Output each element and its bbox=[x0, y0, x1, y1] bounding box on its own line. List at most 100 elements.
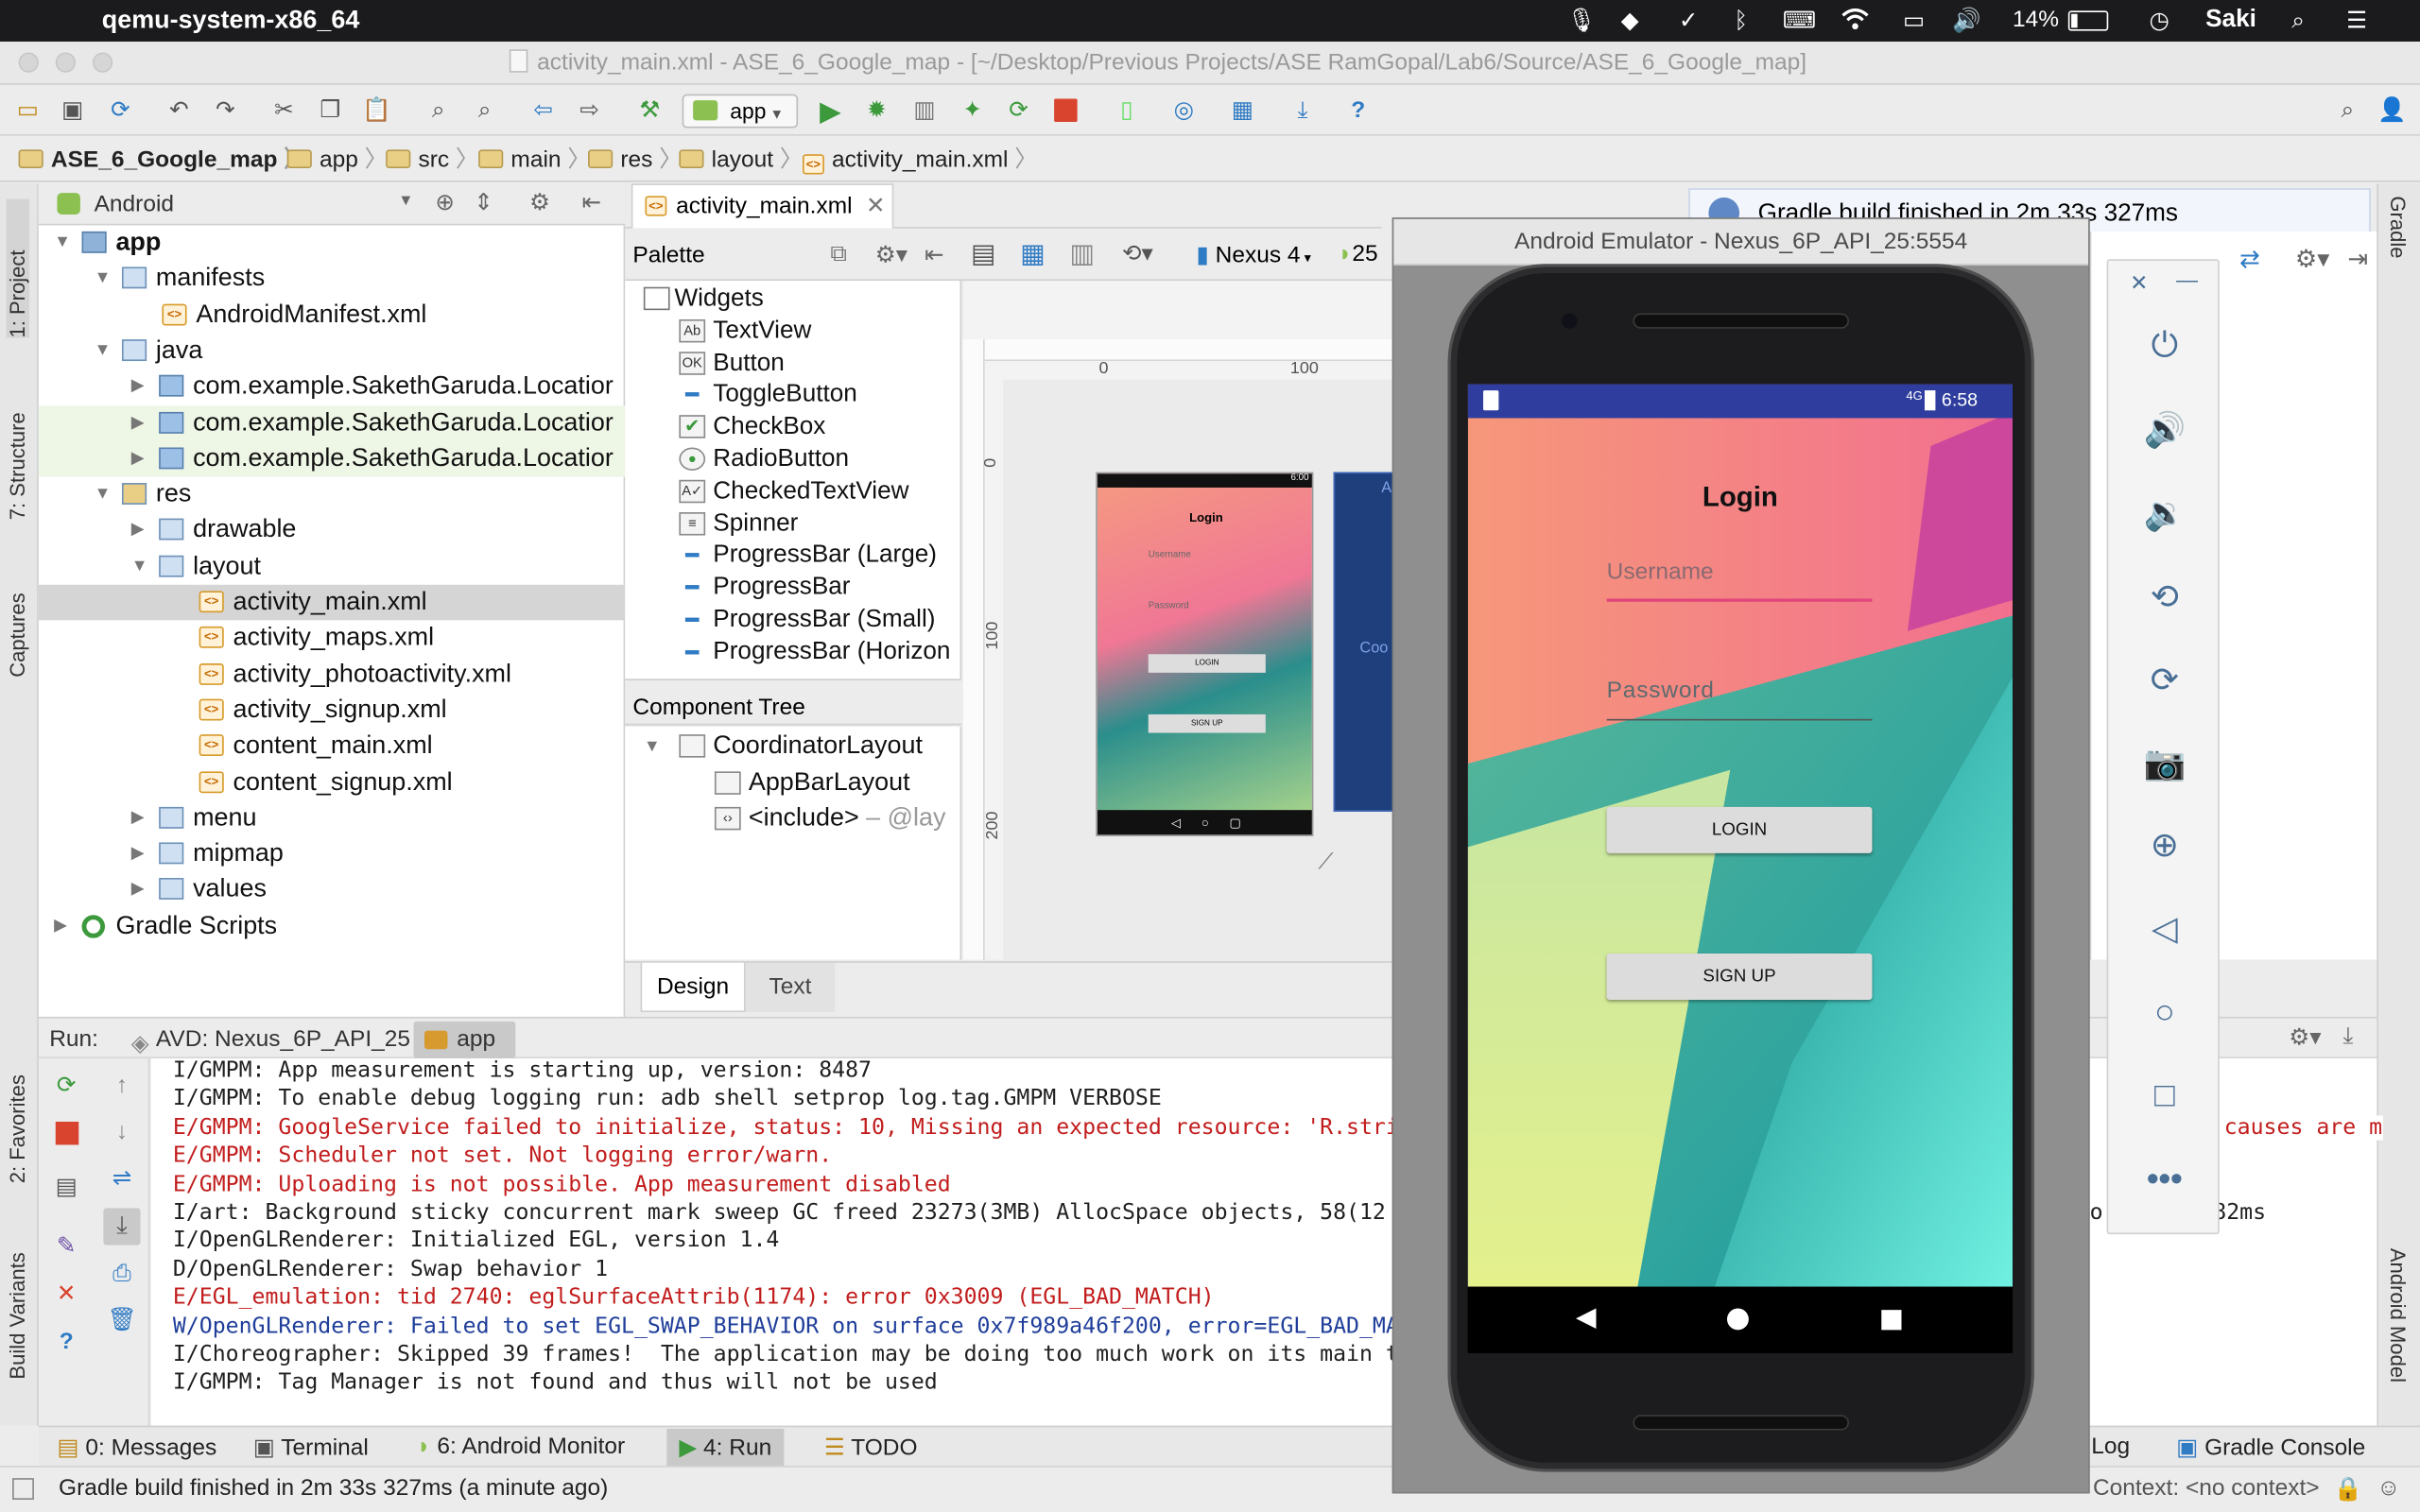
battery-icon[interactable] bbox=[2067, 10, 2109, 31]
project-view-select[interactable]: Android bbox=[95, 191, 174, 217]
chevron-right-icon[interactable]: ▶ bbox=[131, 836, 145, 872]
zoom-window-button[interactable] bbox=[92, 52, 113, 73]
inspector-icon[interactable]: ☺ bbox=[2377, 1475, 2400, 1502]
tree-item[interactable]: ▶ com.example.SakethGaruda.Locatior bbox=[38, 440, 626, 477]
tool-tab-captures[interactable]: Captures bbox=[7, 554, 29, 677]
back-nav-icon[interactable]: ⇦ bbox=[527, 95, 559, 127]
password-field[interactable]: Password bbox=[1606, 678, 1873, 721]
palette-item[interactable]: A✓ CheckedTextView bbox=[625, 475, 961, 507]
keyboard-icon[interactable]: ⌨ bbox=[1783, 8, 1816, 34]
forward-nav-icon[interactable]: ⇨ bbox=[574, 95, 605, 127]
palette-item[interactable]: ▬ ToggleButton bbox=[625, 379, 961, 411]
stop-icon[interactable] bbox=[1054, 98, 1078, 122]
palette-item[interactable]: ▬ ProgressBar (Horizon bbox=[625, 635, 961, 667]
rotate-right-icon[interactable]: ⟳ bbox=[2108, 658, 2221, 704]
tab-messages[interactable]: ▤ 0: Messages bbox=[57, 1434, 216, 1461]
tree-item-file[interactable]: <> activity_maps.xml bbox=[39, 621, 625, 657]
dropbox-icon[interactable]: ◆ bbox=[1616, 8, 1643, 34]
palette-item[interactable]: ▬ ProgressBar bbox=[625, 571, 961, 603]
close-tab-icon[interactable]: ✕ bbox=[866, 185, 886, 227]
tree-item[interactable]: ▼ manifests bbox=[39, 261, 625, 297]
chevron-right-icon[interactable]: ▶ bbox=[54, 908, 67, 944]
search-palette-icon[interactable]: ⧉ bbox=[830, 241, 847, 267]
help-icon[interactable]: ? bbox=[51, 1327, 82, 1358]
save-icon[interactable]: ▣ bbox=[57, 95, 88, 127]
chevron-down-icon[interactable]: ▼ bbox=[644, 731, 661, 764]
tool-tab-android-model[interactable]: Android Model bbox=[2386, 1248, 2409, 1383]
palette-item[interactable]: OK Button bbox=[625, 347, 961, 379]
tree-item-file[interactable]: <> activity_main.xml bbox=[38, 584, 626, 621]
menu-icon[interactable]: ☰ bbox=[2342, 8, 2370, 34]
find-icon[interactable]: ⌕ bbox=[423, 95, 454, 127]
tree-item[interactable]: ▶ values bbox=[39, 872, 625, 908]
hide-panel-icon[interactable]: ⇥ bbox=[2347, 244, 2368, 275]
rerun-icon[interactable]: ⟳ bbox=[51, 1071, 82, 1102]
user-name[interactable]: Saki bbox=[2205, 7, 2256, 34]
sync-icon[interactable]: ⟳ bbox=[105, 95, 136, 127]
refresh-icon[interactable]: ⇄ bbox=[2239, 244, 2260, 275]
chevron-down-icon[interactable]: ▼ bbox=[95, 333, 112, 369]
chevron-right-icon[interactable]: ▶ bbox=[131, 441, 145, 477]
mic-icon[interactable]: 🎙 bbox=[1566, 8, 1596, 34]
blueprint-preview[interactable]: A Coo bbox=[1333, 472, 1395, 812]
hide-panel-icon[interactable]: ⇤ bbox=[582, 188, 602, 216]
redo-icon[interactable]: ↷ bbox=[210, 95, 241, 127]
sdk-manager-icon[interactable]: ⤓ bbox=[1288, 95, 1319, 127]
project-structure-icon[interactable]: ▦ bbox=[1227, 95, 1258, 127]
run-tab-app[interactable]: app bbox=[413, 1021, 516, 1059]
chevron-right-icon[interactable]: ▶ bbox=[131, 872, 145, 908]
undo-icon[interactable]: ↶ bbox=[164, 95, 195, 127]
tree-item[interactable]: ▶ drawable bbox=[39, 513, 625, 549]
search-icon[interactable]: ⌕ bbox=[2284, 8, 2311, 34]
volume-up-icon[interactable]: 🔊 bbox=[2108, 407, 2221, 454]
home-icon[interactable] bbox=[1726, 1308, 1749, 1331]
run-config-select[interactable]: app ▼ bbox=[682, 94, 799, 129]
apple-icon[interactable] bbox=[39, 5, 66, 31]
chevron-right-icon[interactable]: ▶ bbox=[131, 369, 145, 405]
back-icon[interactable]: ◀ bbox=[1576, 1302, 1596, 1333]
copy-icon[interactable]: ❐ bbox=[315, 95, 346, 127]
more-icon[interactable]: ••• bbox=[2108, 1156, 2221, 1202]
api-select[interactable]: ◗25 bbox=[1339, 241, 1378, 267]
overview-icon[interactable]: □ bbox=[2108, 1073, 2221, 1119]
chevron-right-icon[interactable]: ▶ bbox=[131, 405, 145, 441]
rotate-left-icon[interactable]: ⟲ bbox=[2108, 574, 2221, 620]
scroll-down-icon[interactable]: ↓ bbox=[107, 1117, 138, 1148]
volume-down-icon[interactable]: 🔉 bbox=[2108, 490, 2221, 537]
search-everywhere-icon[interactable]: ⌕ bbox=[2332, 95, 2363, 127]
close-window-button[interactable] bbox=[18, 52, 39, 73]
phone-screen[interactable]: 4G 6:58 Login Username Password LOGIN SI… bbox=[1467, 384, 2014, 1353]
tab-run[interactable]: ▶ 4: Run bbox=[666, 1428, 785, 1467]
run-tab-avd[interactable]: ◈ AVD: Nexus_6P_API_25 bbox=[122, 1022, 425, 1057]
tree-item[interactable]: ▶ Gradle Scripts bbox=[39, 908, 625, 944]
clear-all-icon[interactable]: 🗑 bbox=[107, 1305, 138, 1336]
home-icon[interactable]: ○ bbox=[2108, 989, 2221, 1036]
run-icon[interactable]: ▶ bbox=[815, 95, 846, 127]
collapse-all-icon[interactable]: ⇕ bbox=[474, 188, 493, 216]
breadcrumb-src[interactable]: src 〉 bbox=[386, 145, 478, 176]
help-icon[interactable]: ? bbox=[1342, 95, 1374, 127]
lock-icon[interactable]: 🔒 bbox=[2334, 1475, 2363, 1503]
component-tree-item[interactable]: ▼ CoordinatorLayout bbox=[625, 730, 961, 762]
tree-item[interactable]: ▶ com.example.SakethGaruda.Locatior bbox=[39, 369, 625, 405]
chevron-down-icon[interactable]: ▼ bbox=[54, 225, 71, 261]
back-icon[interactable]: ◁ bbox=[2108, 905, 2221, 952]
design-view-icon[interactable]: ▤ bbox=[971, 239, 995, 270]
palette-item[interactable]: Ab TextView bbox=[625, 315, 961, 347]
username-field[interactable]: Username bbox=[1606, 558, 1873, 602]
tree-item-file[interactable]: <> content_signup.xml bbox=[39, 765, 625, 800]
soft-wrap-icon[interactable]: ⇌ bbox=[107, 1163, 138, 1194]
power-icon[interactable]: ⏻ bbox=[2108, 322, 2221, 369]
device-select[interactable]: ▮ Nexus 4 ▾ bbox=[1196, 241, 1311, 268]
apply-changes-icon[interactable]: ⟳ bbox=[1003, 95, 1034, 127]
tree-item-file[interactable]: <> content_main.xml bbox=[39, 729, 625, 765]
clock-icon[interactable]: ◷ bbox=[2145, 8, 2172, 34]
login-button[interactable]: LOGIN bbox=[1606, 806, 1873, 853]
checkmark-icon[interactable]: ✓ bbox=[1674, 8, 1702, 34]
open-icon[interactable]: ▭ bbox=[12, 95, 43, 127]
close-run-icon[interactable]: ✕ bbox=[51, 1280, 82, 1311]
tool-tab-gradle[interactable]: Gradle bbox=[2386, 196, 2409, 258]
scroll-up-icon[interactable]: ↑ bbox=[107, 1071, 138, 1102]
breadcrumb-app[interactable]: app 〉 bbox=[286, 145, 388, 176]
tree-item[interactable]: ▶ mipmap bbox=[39, 836, 625, 872]
